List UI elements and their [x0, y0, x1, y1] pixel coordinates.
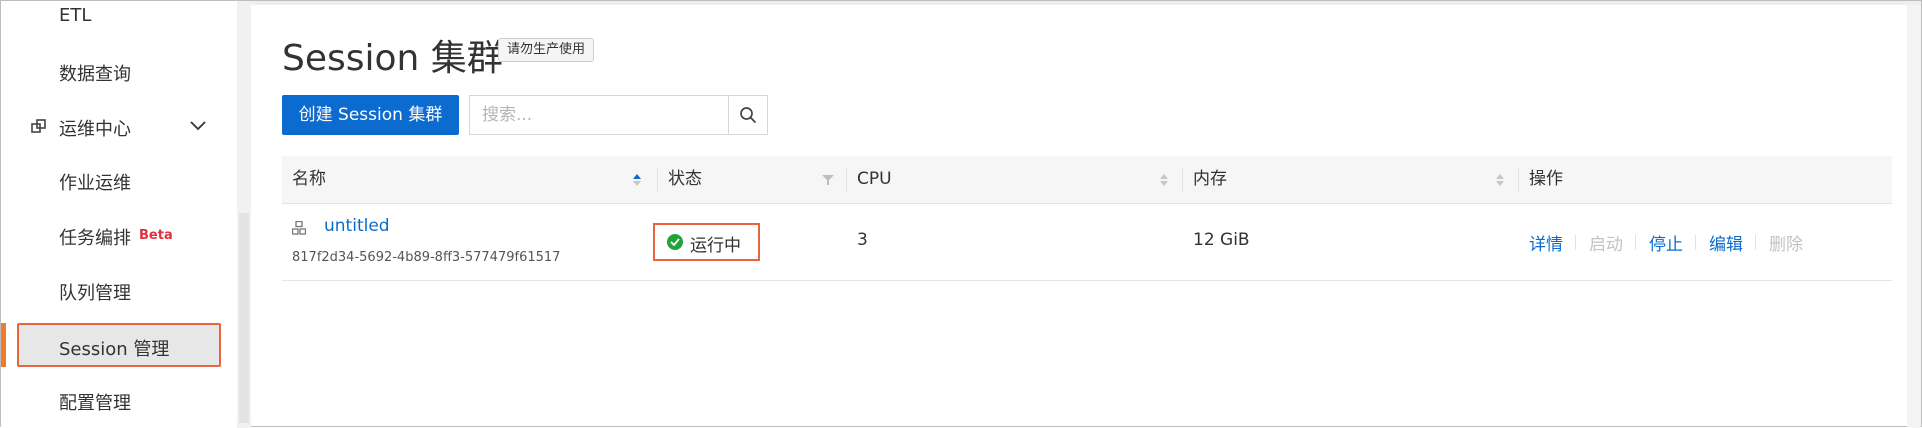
column-label: CPU [857, 169, 892, 189]
column-header-memory[interactable]: 内存 [1183, 156, 1519, 203]
create-session-cluster-button[interactable]: 创建 Session 集群 [282, 95, 459, 135]
main-content: Session 集群 请勿生产使用 创建 Session 集群 名称 状态 [251, 1, 1921, 428]
column-label: 状态 [668, 169, 702, 189]
sort-icon[interactable] [1495, 173, 1505, 187]
table-header: 名称 状态 CPU 内存 操作 [282, 156, 1892, 204]
sidebar-item-label: Session 管理 [59, 339, 170, 360]
start-link[interactable]: 启动 [1589, 230, 1623, 255]
sidebar-item-job-ops[interactable]: 作业运维 [59, 169, 131, 195]
table-row: untitled 817f2d34-5692-4b89-8ff3-577479f… [282, 204, 1892, 281]
sidebar-item-etl[interactable]: ETL [59, 5, 91, 26]
column-header-name[interactable]: 名称 [282, 156, 658, 203]
edit-link[interactable]: 编辑 [1709, 230, 1743, 255]
search-icon [740, 107, 757, 124]
ops-center-icon [31, 119, 46, 133]
search-input[interactable] [470, 96, 720, 134]
sort-icon[interactable] [1159, 173, 1169, 187]
sidebar-item-session-management[interactable]: Session 管理 [17, 323, 221, 367]
sidebar-item-label: 任务编排 [59, 228, 131, 249]
chevron-down-icon[interactable] [189, 117, 207, 135]
status-text: 运行中 [690, 236, 741, 256]
search-button[interactable] [728, 96, 767, 134]
sidebar-item-task-orchestration[interactable]: 任务编排 Beta [59, 224, 173, 250]
beta-badge: Beta [139, 228, 173, 243]
column-label: 内存 [1193, 169, 1227, 189]
page-scrollbar[interactable] [1907, 5, 1921, 428]
column-header-actions: 操作 [1519, 156, 1892, 203]
session-name-link[interactable]: untitled [324, 216, 390, 236]
active-indicator [1, 323, 6, 367]
status-badge: 运行中 [653, 223, 760, 261]
stop-link[interactable]: 停止 [1649, 230, 1683, 255]
memory-value: 12 GiB [1193, 230, 1250, 250]
top-divider [251, 1, 1921, 5]
cluster-icon [292, 221, 306, 235]
sidebar-item-queue-management[interactable]: 队列管理 [59, 279, 131, 305]
column-label: 名称 [292, 169, 326, 189]
search-box [469, 95, 768, 135]
column-header-cpu[interactable]: CPU [847, 156, 1183, 203]
warning-tag: 请勿生产使用 [498, 38, 595, 62]
sidebar: ETL 数据查询 运维中心 作业运维 任务编排 Beta 队列管理 Session… [1, 1, 237, 428]
sidebar-item-config-management[interactable]: 配置管理 [59, 389, 131, 415]
delete-link[interactable]: 删除 [1769, 230, 1803, 255]
filter-icon[interactable] [822, 174, 834, 186]
column-label: 操作 [1529, 169, 1563, 189]
sidebar-group-label: 运维中心 [59, 119, 131, 140]
column-header-status[interactable]: 状态 [658, 156, 847, 203]
session-id: 817f2d34-5692-4b89-8ff3-577479f61517 [292, 250, 561, 265]
page-title: Session 集群 [282, 38, 503, 79]
sidebar-group-ops-center[interactable]: 运维中心 [31, 113, 211, 141]
sidebar-item-data-query[interactable]: 数据查询 [59, 60, 131, 86]
check-circle-icon [667, 234, 683, 250]
details-link[interactable]: 详情 [1529, 230, 1563, 255]
sidebar-scrollbar[interactable] [237, 1, 251, 428]
sidebar-scrollbar-thumb[interactable] [239, 213, 249, 423]
sort-icon[interactable] [632, 173, 642, 187]
cpu-value: 3 [857, 230, 868, 250]
